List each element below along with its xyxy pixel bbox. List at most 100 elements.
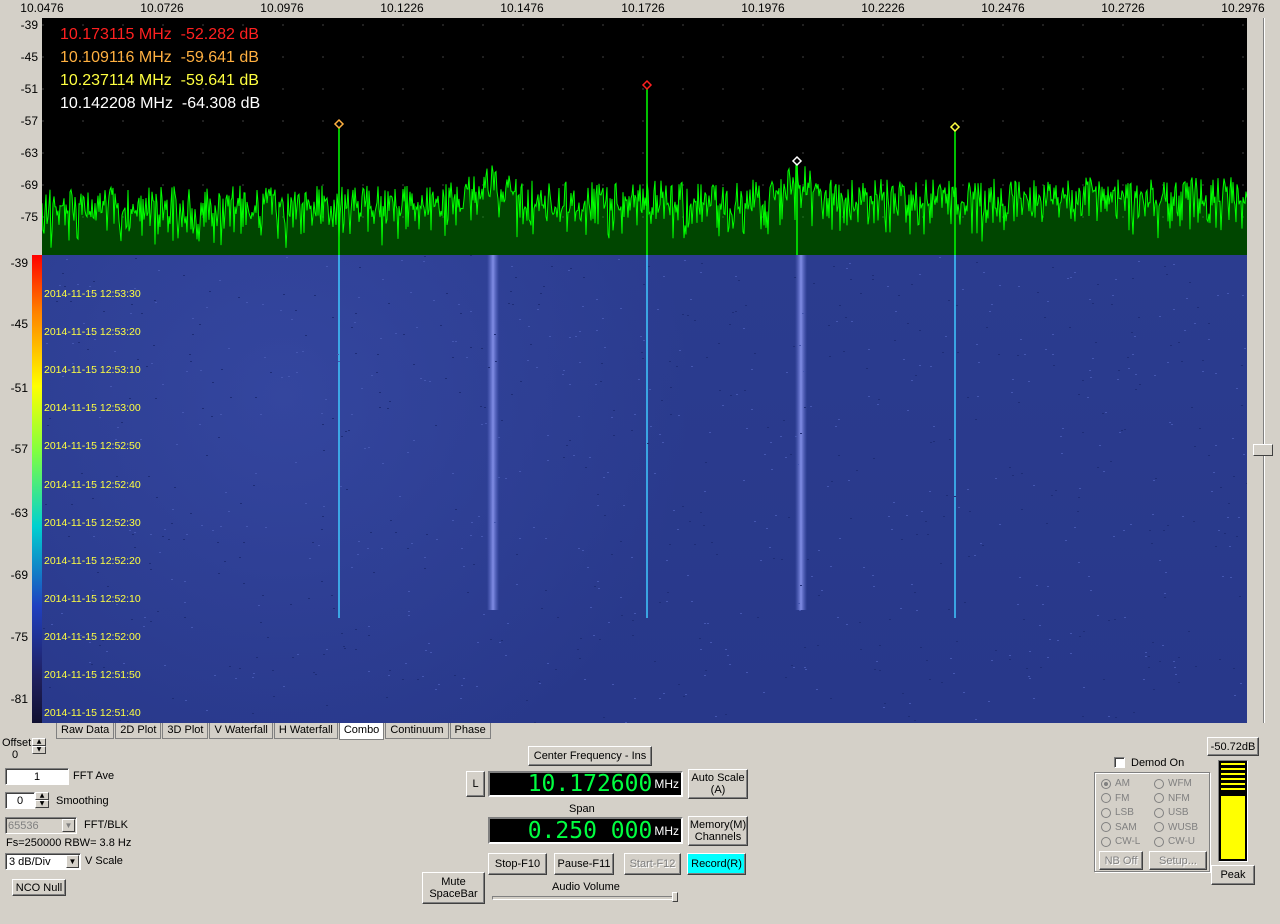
demod-mode-label: CW-U [1168, 836, 1196, 847]
peak-button[interactable]: Peak [1211, 865, 1255, 885]
audio-volume-slider[interactable] [492, 896, 678, 900]
nco-null-button[interactable]: NCO Null [12, 879, 66, 896]
waterfall-noise-dot [810, 406, 812, 407]
tab-continuum[interactable]: Continuum [385, 723, 449, 739]
reference-level-slider-track[interactable] [1263, 18, 1265, 723]
demod-mode-wusb[interactable]: WUSB [1154, 822, 1198, 833]
frequency-tick-label: 10.0726 [140, 1, 184, 15]
waterfall-noise-dot [785, 677, 787, 678]
stop-button[interactable]: Stop-F10 [488, 853, 547, 875]
waterfall-noise-dot [499, 642, 501, 643]
tab-2d-plot[interactable]: 2D Plot [115, 723, 162, 739]
waterfall-noise-dot [224, 561, 226, 562]
reference-level-slider-thumb[interactable] [1253, 444, 1273, 456]
waterfall-noise-dot [156, 497, 158, 498]
waterfall-noise-dot [969, 511, 971, 512]
waterfall-noise-dot [1046, 523, 1048, 524]
nb-off-button[interactable]: NB Off [1099, 851, 1143, 870]
waterfall-noise-dot [123, 663, 125, 664]
pause-button[interactable]: Pause-F11 [554, 853, 614, 875]
waterfall-noise-dot [228, 348, 230, 349]
fft-ave-input[interactable]: 1 [5, 768, 69, 785]
demod-on-checkbox[interactable] [1114, 757, 1125, 768]
waterfall-noise-dot [908, 716, 910, 717]
waterfall-noise-dot [150, 534, 152, 535]
waterfall-noise-dot [954, 496, 956, 497]
waterfall-noise-dot [483, 614, 485, 615]
waterfall-noise-dot [642, 358, 644, 359]
waterfall-db-tick-label: -39 [10, 256, 28, 270]
auto-scale-button[interactable]: Auto Scale (A) [688, 769, 748, 799]
waterfall-noise-dot [850, 518, 852, 519]
waterfall-noise-dot [683, 696, 685, 697]
demod-mode-cw-u[interactable]: CW-U [1154, 836, 1195, 847]
waterfall-noise-dot [386, 697, 388, 698]
audio-volume-thumb[interactable] [672, 892, 678, 902]
demod-mode-sam[interactable]: SAM [1101, 822, 1137, 833]
offset-spinner[interactable]: ▲ ▼ [32, 738, 46, 754]
lock-button[interactable]: L [466, 771, 485, 797]
start-button[interactable]: Start-F12 [624, 853, 681, 875]
center-frequency-button[interactable]: Center Frequency - Ins [528, 746, 652, 766]
tab-phase[interactable]: Phase [449, 723, 491, 739]
demod-mode-wfm[interactable]: WFM [1154, 778, 1192, 789]
waterfall-noise-dot [648, 266, 650, 267]
tab-3d-plot[interactable]: 3D Plot [162, 723, 209, 739]
waterfall-noise-dot [1090, 590, 1092, 591]
vscale-select[interactable]: 3 dB/Div ▼ [5, 853, 81, 870]
waterfall-colorbar [32, 255, 42, 723]
waterfall-noise-dot [757, 617, 759, 618]
waterfall-noise-dot [1123, 530, 1125, 531]
waterfall-noise-dot [332, 317, 334, 318]
waterfall-noise-dot [302, 351, 304, 352]
waterfall-noise-dot [252, 713, 254, 714]
waterfall-noise-dot [321, 581, 323, 582]
waterfall-noise-dot [1037, 292, 1039, 293]
waterfall-noise-dot [1189, 282, 1191, 283]
demod-mode-am[interactable]: AM [1101, 778, 1130, 789]
waterfall-noise-dot [1070, 633, 1072, 634]
demod-mode-nfm[interactable]: NFM [1154, 793, 1190, 804]
waterfall-noise-dot [292, 657, 294, 658]
waterfall-plot[interactable] [42, 255, 1247, 723]
waterfall-noise-dot [968, 556, 970, 557]
tab-combo[interactable]: Combo [338, 723, 385, 740]
waterfall-noise-dot [1070, 653, 1072, 654]
waterfall-noise-dot [666, 560, 668, 561]
waterfall-noise-dot [94, 339, 96, 340]
smoothing-input[interactable]: 0 [5, 792, 35, 809]
waterfall-timestamp: 2014-11-15 12:53:20 [44, 326, 141, 339]
tab-raw-data[interactable]: Raw Data [56, 723, 115, 739]
waterfall-noise-dot [843, 351, 845, 352]
waterfall-noise-dot [1184, 330, 1186, 331]
waterfall-noise-dot [701, 263, 703, 264]
demod-mode-lsb[interactable]: LSB [1101, 807, 1134, 818]
waterfall-noise-dot [519, 538, 521, 539]
waterfall-noise-dot [919, 365, 921, 366]
span-display[interactable]: 0.250 000 MHz [488, 817, 683, 844]
demod-mode-cw-l[interactable]: CW-L [1101, 836, 1140, 847]
waterfall-noise-dot [429, 381, 431, 382]
memory-channels-button[interactable]: Memory(M) Channels [688, 816, 748, 846]
waterfall-noise-dot [725, 714, 727, 715]
spectrum-plot[interactable]: 10.173115 MHz -52.282 dB 10.109116 MHz -5… [42, 18, 1247, 255]
waterfall-noise-dot [114, 351, 116, 352]
waterfall-noise-dot [1074, 527, 1076, 528]
mute-button[interactable]: Mute SpaceBar [422, 872, 485, 904]
waterfall-noise-dot [596, 330, 598, 331]
radio-icon [1154, 836, 1164, 847]
fft-blk-select[interactable]: 65536 ▼ [5, 817, 77, 834]
waterfall-noise-dot [1145, 652, 1147, 653]
smoothing-spinner[interactable]: ▲ ▼ [35, 792, 49, 808]
setup-button[interactable]: Setup... [1149, 851, 1207, 870]
waterfall-noise-dot [481, 348, 483, 349]
tab-v-waterfall[interactable]: V Waterfall [209, 723, 273, 739]
demod-mode-fm[interactable]: FM [1101, 793, 1129, 804]
waterfall-noise-dot [351, 327, 353, 328]
demod-mode-usb[interactable]: USB [1154, 807, 1189, 818]
tab-h-waterfall[interactable]: H Waterfall [273, 723, 338, 739]
record-button[interactable]: Record(R) [687, 853, 746, 875]
center-frequency-display[interactable]: 10.172600 MHz [488, 771, 683, 797]
waterfall-noise-dot [745, 305, 747, 306]
marker-readout: 10.142208 MHz -64.308 dB [60, 95, 260, 113]
